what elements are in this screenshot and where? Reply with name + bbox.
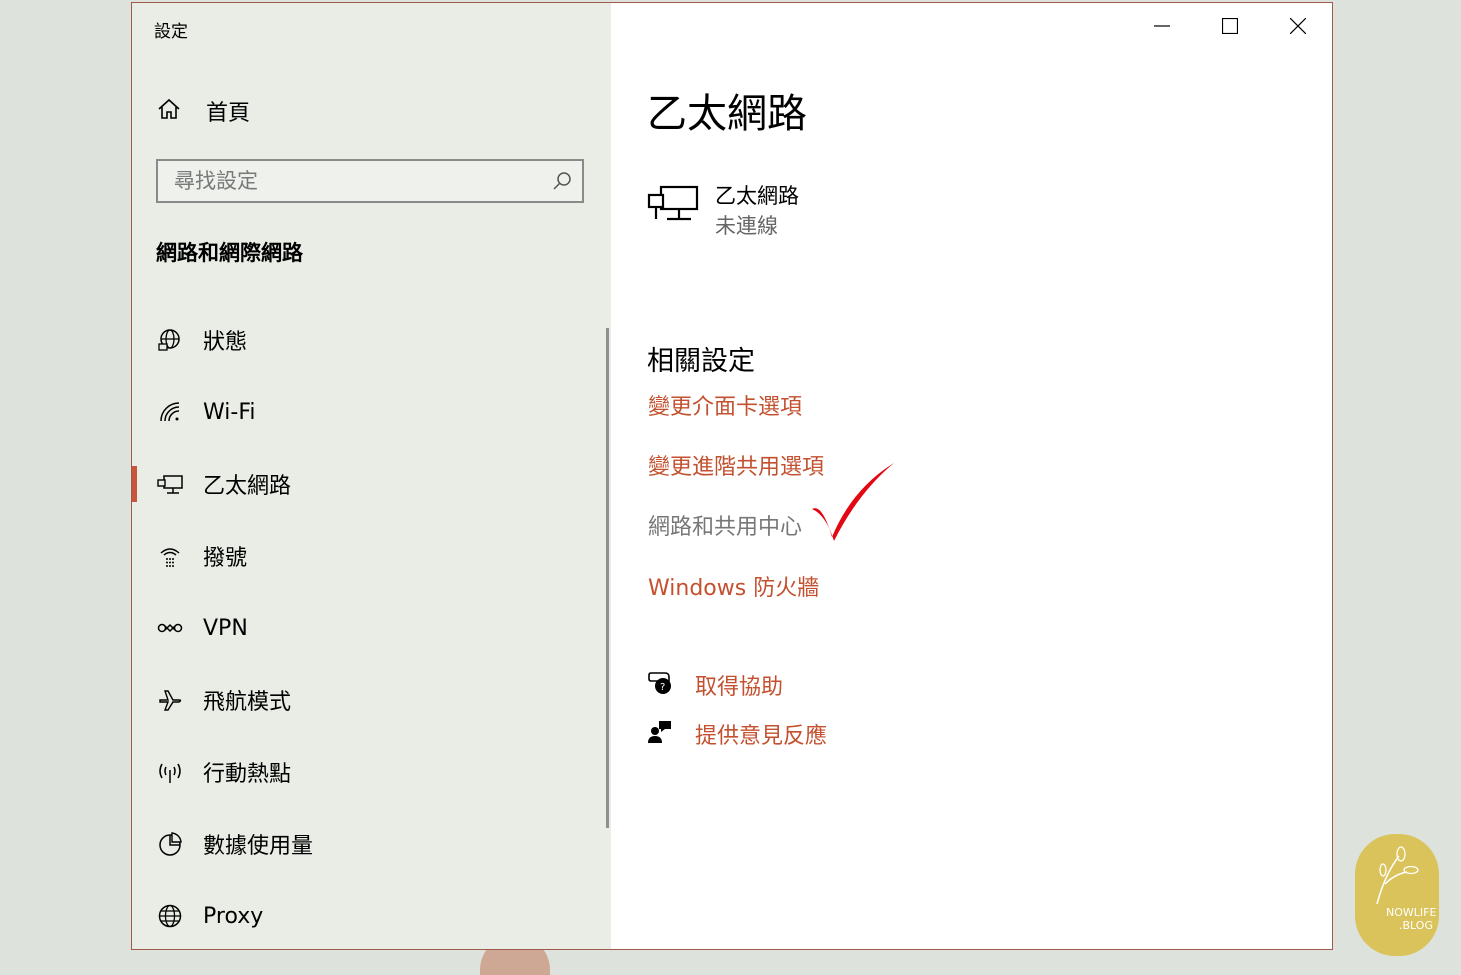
sidebar-item-label: VPN bbox=[203, 615, 248, 641]
settings-window: 設定 首頁 網路和網際網路 狀態 Wi-Fi bbox=[131, 2, 1333, 950]
sidebar-item-label: Proxy bbox=[203, 903, 264, 929]
home-icon bbox=[156, 96, 182, 126]
search-input[interactable] bbox=[158, 168, 542, 194]
sidebar-item-label: 撥號 bbox=[203, 546, 248, 571]
sidebar-item-status[interactable]: 狀態 bbox=[132, 315, 602, 365]
data-usage-icon bbox=[154, 831, 186, 857]
wifi-icon bbox=[154, 399, 186, 425]
ethernet-icon bbox=[154, 471, 186, 497]
section-title: 網路和網際網路 bbox=[156, 241, 303, 265]
home-link[interactable]: 首頁 bbox=[156, 91, 250, 131]
help-chat-icon: ? bbox=[647, 670, 673, 700]
windows-firewall-link[interactable]: Windows 防火牆 bbox=[648, 570, 819, 602]
sidebar-item-label: 飛航模式 bbox=[203, 690, 292, 715]
minimize-button[interactable] bbox=[1128, 3, 1196, 53]
feedback-icon bbox=[647, 719, 673, 749]
window-controls bbox=[1128, 3, 1332, 53]
give-feedback-link[interactable]: 提供意見反應 bbox=[647, 718, 827, 750]
sidebar-scrollbar[interactable] bbox=[606, 328, 609, 828]
ethernet-connection-tile[interactable]: 乙太網路 未連線 bbox=[647, 181, 799, 241]
vpn-icon bbox=[154, 615, 186, 641]
change-advanced-sharing-link[interactable]: 變更進階共用選項 bbox=[648, 449, 824, 481]
sidebar-item-data-usage[interactable]: 數據使用量 bbox=[132, 819, 602, 869]
maximize-button[interactable] bbox=[1196, 3, 1264, 53]
globe-status-icon bbox=[154, 327, 186, 353]
sidebar-item-hotspot[interactable]: 行動熱點 bbox=[132, 747, 602, 797]
close-button[interactable] bbox=[1264, 3, 1332, 53]
minimize-icon bbox=[1154, 18, 1170, 38]
watermark-logo: NOWLIFE .BLOG bbox=[1355, 834, 1439, 956]
sidebar-item-label: 狀態 bbox=[203, 330, 248, 355]
sidebar-item-label: 乙太網路 bbox=[203, 474, 292, 499]
sidebar-item-dialup[interactable]: 撥號 bbox=[132, 531, 602, 581]
connection-name: 乙太網路 bbox=[715, 184, 799, 208]
proxy-globe-icon bbox=[154, 903, 186, 929]
airplane-icon bbox=[154, 687, 186, 713]
sidebar-item-label: Wi-Fi bbox=[203, 399, 256, 425]
watermark-text-line1: NOWLIFE bbox=[1386, 906, 1437, 919]
sidebar-item-airplane-mode[interactable]: 飛航模式 bbox=[132, 675, 602, 725]
sidebar-item-vpn[interactable]: VPN bbox=[132, 603, 602, 653]
sidebar-item-label: 數據使用量 bbox=[203, 834, 314, 859]
give-feedback-label: 提供意見反應 bbox=[695, 724, 828, 749]
window-title: 設定 bbox=[154, 22, 188, 42]
home-label: 首頁 bbox=[206, 101, 251, 126]
connection-status: 未連線 bbox=[715, 214, 778, 238]
get-help-label: 取得協助 bbox=[695, 675, 784, 700]
watermark-text-line2: .BLOG bbox=[1399, 919, 1433, 932]
connection-text: 乙太網路 未連線 bbox=[715, 181, 799, 241]
maximize-icon bbox=[1221, 17, 1239, 38]
change-adapter-options-link[interactable]: 變更介面卡選項 bbox=[648, 389, 802, 421]
sidebar-item-label: 行動熱點 bbox=[203, 762, 292, 787]
sidebar-item-proxy[interactable]: Proxy bbox=[132, 891, 602, 941]
get-help-link[interactable]: ? 取得協助 bbox=[647, 669, 783, 701]
checkmark-annotation bbox=[808, 459, 898, 547]
search-icon[interactable] bbox=[542, 170, 582, 192]
close-icon bbox=[1289, 17, 1307, 38]
sidebar-item-ethernet[interactable]: 乙太網路 bbox=[132, 459, 602, 509]
sidebar-item-wifi[interactable]: Wi-Fi bbox=[132, 387, 602, 437]
sidebar: 設定 首頁 網路和網際網路 狀態 Wi-Fi bbox=[132, 3, 611, 949]
network-sharing-center-link[interactable]: 網路和共用中心 bbox=[648, 509, 802, 541]
page-title: 乙太網路 bbox=[647, 91, 807, 137]
related-settings-title: 相關設定 bbox=[647, 346, 755, 377]
dialup-icon bbox=[154, 543, 186, 569]
leaf-icon bbox=[1376, 846, 1419, 905]
ethernet-icon bbox=[647, 181, 699, 229]
svg-text:?: ? bbox=[660, 682, 665, 693]
search-box[interactable] bbox=[156, 159, 584, 203]
hotspot-icon bbox=[154, 759, 186, 785]
